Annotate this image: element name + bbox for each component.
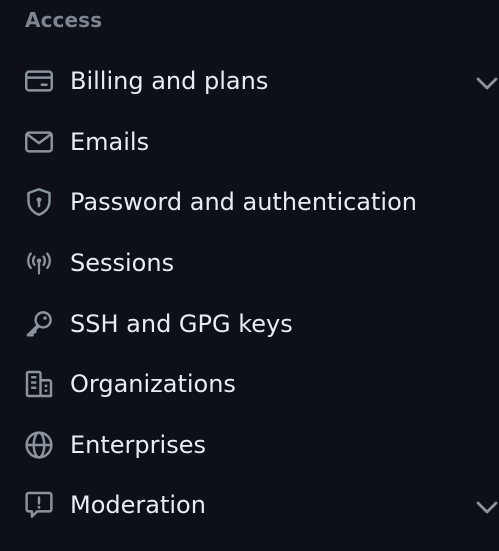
key-icon bbox=[24, 309, 54, 339]
report-icon bbox=[24, 490, 54, 520]
mail-icon bbox=[24, 127, 54, 157]
settings-sidebar: Access Billing and plans Emails Password… bbox=[0, 0, 499, 551]
sidebar-item-label: Emails bbox=[70, 127, 150, 156]
sidebar-item-sessions[interactable]: Sessions bbox=[0, 233, 499, 294]
sidebar-item-ssh-and-gpg-keys[interactable]: SSH and GPG keys bbox=[0, 293, 499, 354]
sidebar-item-enterprises[interactable]: Enterprises bbox=[0, 415, 499, 476]
sidebar-item-emails[interactable]: Emails bbox=[0, 112, 499, 173]
sidebar-item-label: Billing and plans bbox=[70, 67, 269, 96]
sidebar-item-password-and-authentication[interactable]: Password and authentication bbox=[0, 172, 499, 233]
chevron-down-icon[interactable] bbox=[471, 67, 499, 95]
chevron-down-icon[interactable] bbox=[471, 491, 499, 519]
sidebar-item-billing-and-plans[interactable]: Billing and plans bbox=[0, 51, 499, 112]
globe-icon bbox=[24, 430, 54, 460]
sidebar-item-label: Moderation bbox=[70, 491, 206, 520]
sidebar-item-label: Enterprises bbox=[70, 430, 206, 459]
organization-icon bbox=[24, 369, 54, 399]
credit-card-icon bbox=[24, 66, 54, 96]
access-nav-list: Billing and plans Emails Password and au… bbox=[0, 51, 499, 536]
shield-lock-icon bbox=[24, 187, 54, 217]
sidebar-item-label: Sessions bbox=[70, 249, 175, 278]
sidebar-item-organizations[interactable]: Organizations bbox=[0, 354, 499, 415]
sidebar-item-moderation[interactable]: Moderation bbox=[0, 475, 499, 536]
sidebar-item-label: SSH and GPG keys bbox=[70, 309, 293, 338]
section-heading-access: Access bbox=[25, 8, 103, 32]
sidebar-item-label: Organizations bbox=[70, 370, 236, 399]
broadcast-icon bbox=[24, 248, 54, 278]
sidebar-item-label: Password and authentication bbox=[70, 188, 417, 217]
